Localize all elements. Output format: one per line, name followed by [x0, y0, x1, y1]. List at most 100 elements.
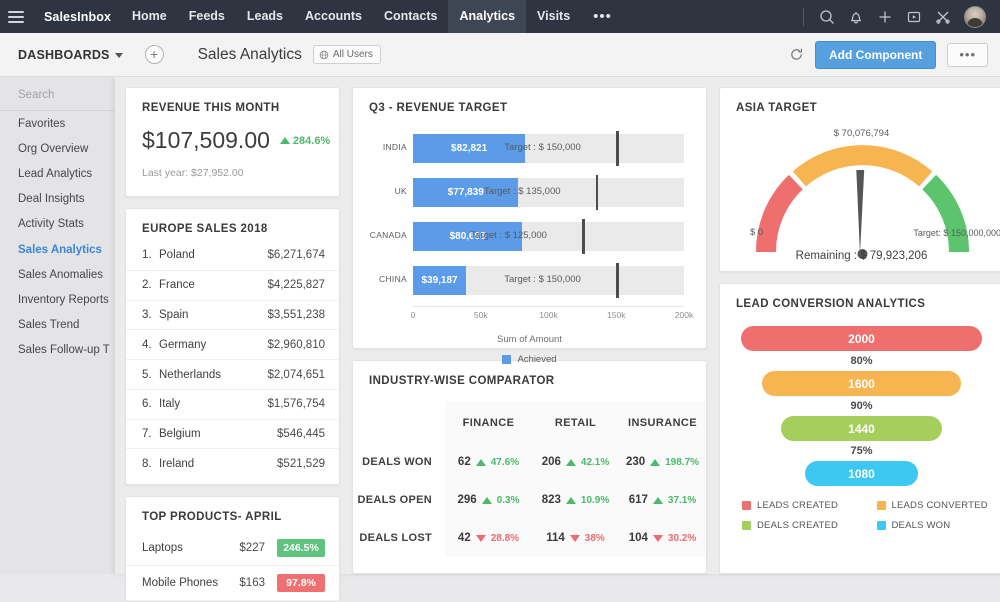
row-value: $1,576,754	[267, 398, 325, 410]
nav-item-accounts[interactable]: Accounts	[294, 0, 373, 33]
triangle-down-icon	[570, 535, 580, 542]
q3-revenue-target-card: Q3 - REVENUE TARGET INDIA$82,821Target :…	[352, 87, 707, 349]
row-value: $2,960,810	[267, 339, 325, 351]
metric-value: 230	[626, 456, 645, 468]
status-badge: 246.5%	[277, 539, 325, 557]
product-name: Laptops	[142, 542, 219, 554]
add-dashboard-button[interactable]: +	[145, 45, 164, 64]
metric-delta: 198.7%	[665, 457, 699, 468]
sidebar-item-activity-stats[interactable]: Activity Stats	[0, 212, 115, 237]
bar-fill: $39,187	[413, 266, 466, 295]
refresh-icon[interactable]	[789, 47, 804, 62]
row-country: Germany	[159, 339, 267, 351]
comparator-corner	[353, 401, 445, 443]
tools-icon[interactable]	[935, 9, 951, 25]
row-value: $546,445	[277, 428, 325, 440]
table-cell: 61737.1%	[619, 481, 706, 519]
legend-item: LEADS CREATED	[742, 500, 869, 511]
table-row: 1.Poland$6,271,674	[126, 241, 339, 271]
nav-more-icon[interactable]: •••	[581, 0, 624, 33]
row-country: Netherlands	[159, 369, 267, 381]
row-header: DEALS WON	[353, 443, 445, 481]
row-value: $2,074,651	[267, 369, 325, 381]
bell-icon[interactable]	[848, 9, 864, 25]
brand-salesinbox[interactable]: SalesInbox	[34, 10, 121, 24]
row-country: Spain	[159, 309, 267, 321]
row-header: DEALS OPEN	[353, 481, 445, 519]
sidebar-item-favorites[interactable]: Favorites	[0, 111, 115, 136]
target-label: Target : $ 135,000	[484, 186, 561, 197]
funnel-conversion-rate: 75%	[850, 441, 872, 461]
nav-item-home[interactable]: Home	[121, 0, 178, 33]
q3-x-axis: 050k100k150k200k	[413, 306, 684, 320]
metric-delta: 42.1%	[581, 457, 609, 468]
legend-swatch	[877, 501, 886, 510]
dashboard-content: REVENUE THIS MONTH $107,509.00 284.6% La…	[115, 77, 1000, 574]
triangle-up-icon	[653, 497, 663, 504]
revenue-amount-row: $107,509.00 284.6%	[126, 114, 339, 154]
revenue-this-month-card: REVENUE THIS MONTH $107,509.00 284.6% La…	[125, 87, 340, 197]
status-badge: 97.8%	[277, 574, 325, 592]
top-nav-actions	[803, 6, 990, 28]
row-rank: 5.	[142, 369, 159, 381]
sidebar-item-org-overview[interactable]: Org Overview	[0, 136, 115, 161]
triangle-up-icon	[280, 137, 290, 144]
europe-sales-list: 1.Poland$6,271,6742.France$4,225,8273.Sp…	[126, 241, 339, 478]
triangle-down-icon	[476, 535, 486, 542]
sidebar-item-deal-insights[interactable]: Deal Insights	[0, 187, 115, 212]
q3-x-axis-label: Sum of Amount	[353, 334, 706, 345]
column-center: Q3 - REVENUE TARGET INDIA$82,821Target :…	[352, 87, 707, 574]
sidebar-item-sales-anomalies[interactable]: Sales Anomalies	[0, 262, 115, 287]
page-title: Sales Analytics	[198, 46, 302, 64]
sidebar-item-sales-followup[interactable]: Sales Follow-up T	[0, 338, 115, 363]
table-row: 5.Netherlands$2,074,651	[126, 360, 339, 390]
avatar[interactable]	[964, 6, 986, 28]
bar-category-label: CHINA	[355, 274, 407, 284]
column-left: REVENUE THIS MONTH $107,509.00 284.6% La…	[125, 87, 340, 574]
sidebar-item-sales-trend[interactable]: Sales Trend	[0, 313, 115, 338]
search-icon[interactable]	[819, 9, 835, 25]
all-users-badge[interactable]: All Users	[313, 45, 381, 64]
table-row: 2.France$4,225,827	[126, 271, 339, 301]
sidebar-search-input[interactable]: Search	[0, 81, 115, 111]
sidebar-item-lead-analytics[interactable]: Lead Analytics	[0, 161, 115, 186]
row-rank: 2.	[142, 279, 159, 291]
sidebar-item-sales-analytics[interactable]: Sales Analytics	[0, 237, 115, 262]
target-marker	[616, 263, 619, 298]
row-value: $3,551,238	[267, 309, 325, 321]
table-row: 6.Italy$1,576,754	[126, 390, 339, 420]
q3-card-title: Q3 - REVENUE TARGET	[353, 88, 706, 114]
nav-item-leads[interactable]: Leads	[236, 0, 294, 33]
asia-target-card: ASIA TARGET $ 70,076,794 $ 0 Target: $ 1…	[719, 87, 1000, 272]
legend-label: DEALS CREATED	[757, 520, 838, 531]
table-row: 8.Ireland$521,529	[126, 449, 339, 478]
row-value: $521,529	[277, 458, 325, 470]
triangle-up-icon	[476, 459, 486, 466]
nav-item-contacts[interactable]: Contacts	[373, 0, 448, 33]
target-label: Target : $ 125,000	[470, 230, 547, 241]
revenue-delta-value: 284.6%	[293, 135, 330, 147]
legend-swatch	[877, 521, 886, 530]
toolbar-actions: Add Component •••	[789, 41, 988, 69]
table-row: 4.Germany$2,960,810	[126, 330, 339, 360]
row-country: Italy	[159, 398, 267, 410]
bar-category-label: UK	[355, 186, 407, 196]
nav-item-visits[interactable]: Visits	[526, 0, 581, 33]
row-rank: 8.	[142, 458, 159, 470]
q3-bullet-chart: INDIA$82,821Target : $ 150,000UK$77,839T…	[413, 130, 684, 298]
toolbar-more-button[interactable]: •••	[947, 43, 988, 67]
axis-tick-label: 100k	[539, 310, 557, 320]
dashboards-dropdown[interactable]: DASHBOARDS	[18, 48, 123, 62]
plus-icon[interactable]	[877, 9, 893, 25]
legend-item: DEALS WON	[877, 520, 1000, 531]
hamburger-menu-icon[interactable]	[8, 11, 24, 23]
sidebar-item-inventory-reports[interactable]: Inventory Reports	[0, 287, 115, 312]
nav-item-feeds[interactable]: Feeds	[178, 0, 236, 33]
nav-item-analytics[interactable]: Analytics	[448, 0, 526, 33]
table-cell: 2960.3%	[445, 481, 532, 519]
table-cell: 82310.9%	[532, 481, 619, 519]
add-component-button[interactable]: Add Component	[815, 41, 936, 69]
video-box-icon[interactable]	[906, 9, 922, 25]
triangle-up-icon	[566, 497, 576, 504]
lead-conversion-card: LEAD CONVERSION ANALYTICS 200080%160090%…	[719, 283, 1000, 574]
